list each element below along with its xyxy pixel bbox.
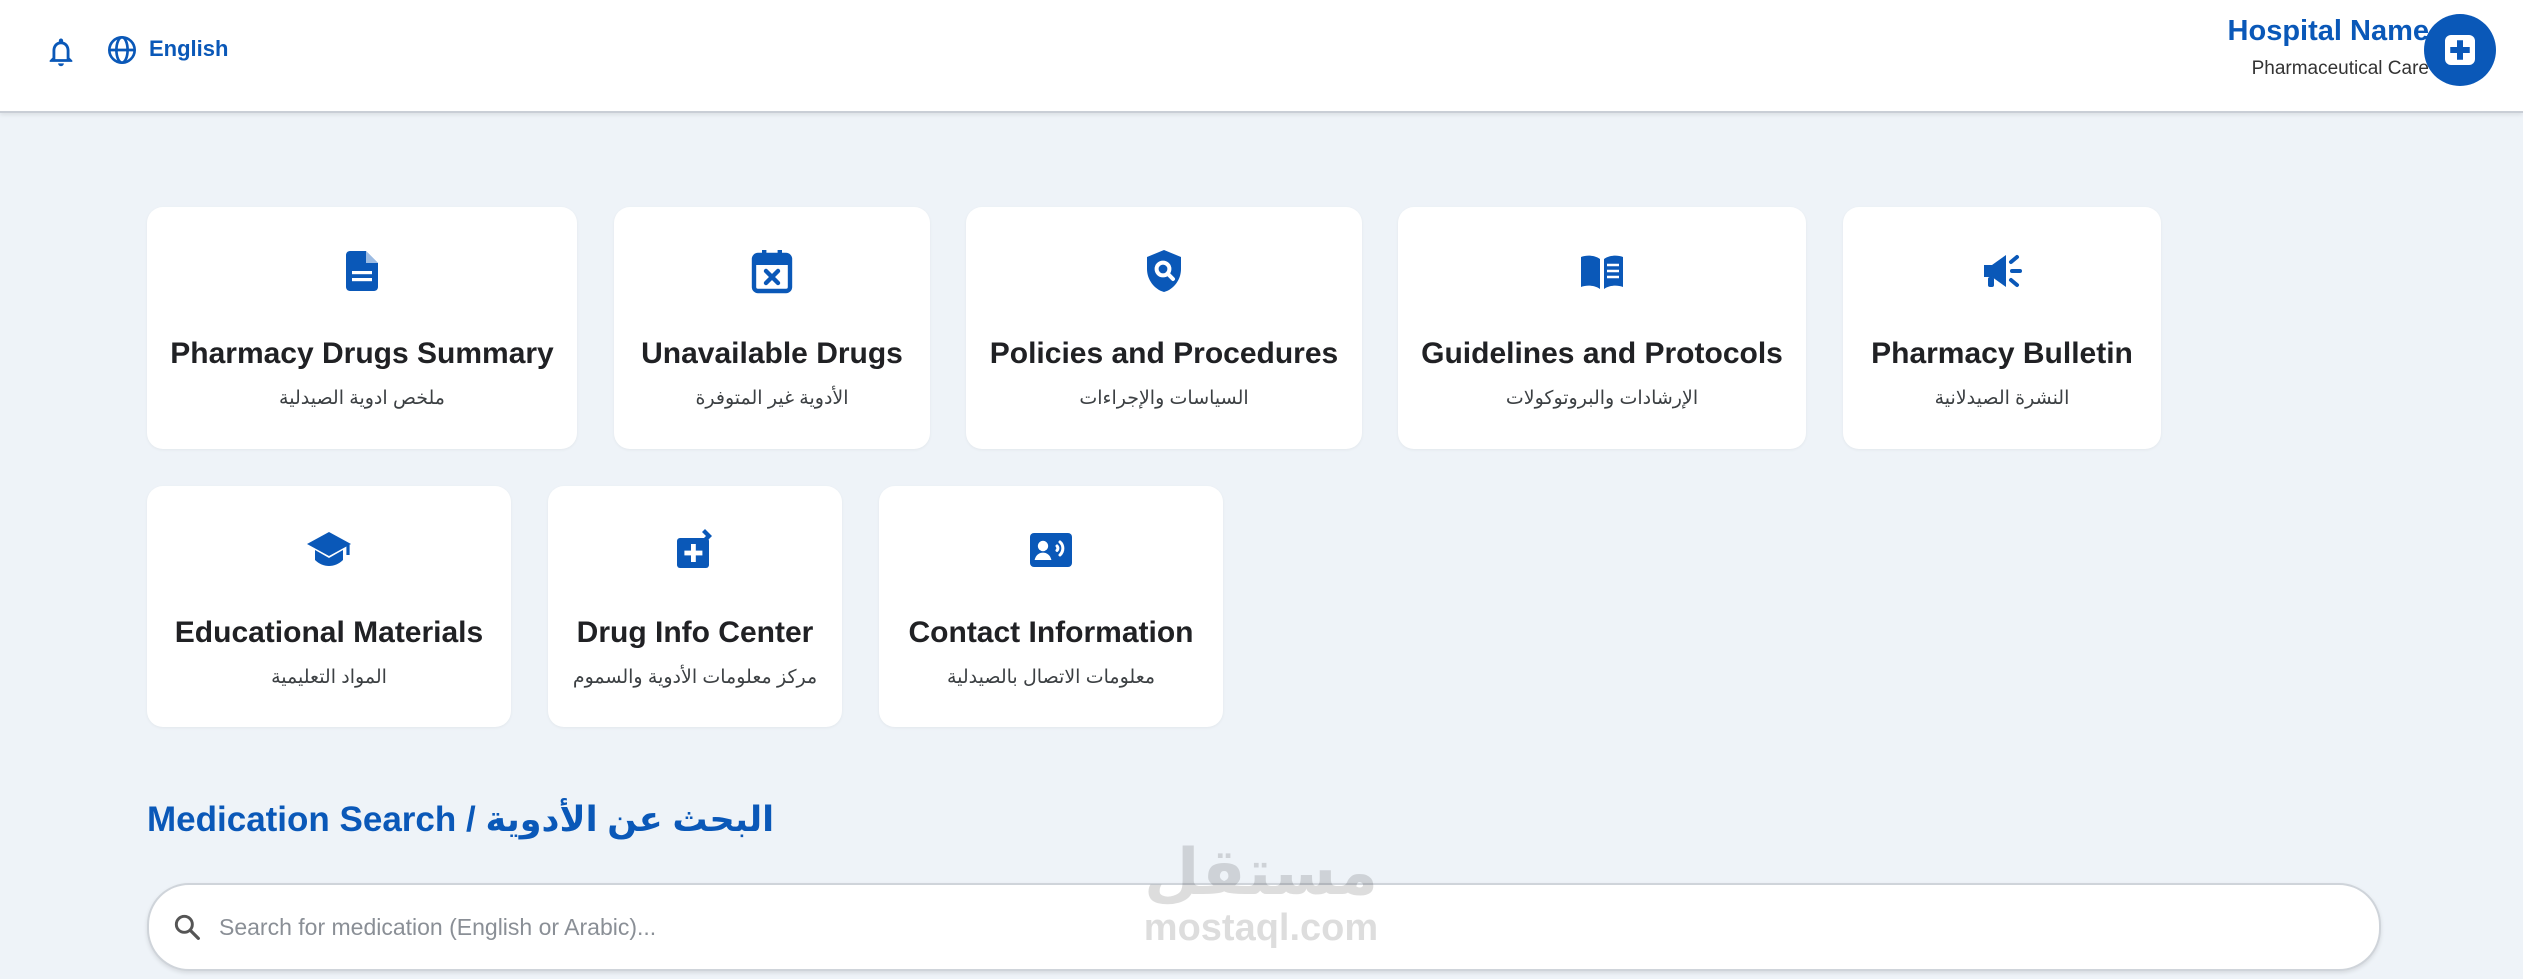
language-toggle[interactable]: English bbox=[149, 36, 228, 62]
card-pharmacy-drugs-summary[interactable]: Pharmacy Drugs Summary ملخص ادوية الصيدل… bbox=[147, 207, 577, 449]
card-title: Drug Info Center bbox=[576, 616, 814, 649]
medical-cross-icon bbox=[2445, 35, 2475, 65]
card-title: Pharmacy Bulletin bbox=[1871, 337, 2133, 370]
card-subtitle: الأدوية غير المتوفرة bbox=[695, 388, 849, 409]
card-subtitle: السياسات والإجراءات bbox=[1079, 388, 1249, 409]
card-title: Policies and Procedures bbox=[989, 337, 1339, 370]
card-subtitle: معلومات الاتصال بالصيدلية bbox=[946, 667, 1156, 688]
card-title: Educational Materials bbox=[174, 616, 484, 649]
card-title: Guidelines and Protocols bbox=[1421, 337, 1783, 370]
card-contact-information[interactable]: Contact Information معلومات الاتصال بالص… bbox=[879, 486, 1223, 727]
search-heading: Medication Search / البحث عن الأدوية bbox=[147, 800, 775, 839]
card-subtitle: ملخص ادوية الصيدلية bbox=[279, 388, 445, 409]
document-icon bbox=[346, 251, 378, 291]
calendar-x-icon bbox=[751, 250, 793, 294]
contact-card-icon bbox=[1030, 533, 1072, 567]
card-guidelines-protocols[interactable]: Guidelines and Protocols الإرشادات والبر… bbox=[1398, 207, 1806, 449]
card-educational-materials[interactable]: Educational Materials المواد التعليمية bbox=[147, 486, 511, 727]
hospital-logo bbox=[2424, 14, 2496, 86]
card-title: Contact Information bbox=[908, 616, 1194, 649]
hospital-name: Hospital Name bbox=[2227, 15, 2429, 47]
mortar-pestle-icon bbox=[677, 529, 712, 568]
search-input[interactable] bbox=[217, 899, 2321, 955]
app-header: English Hospital Name Pharmaceutical Car… bbox=[0, 0, 2523, 113]
megaphone-icon bbox=[1984, 255, 2022, 287]
card-subtitle: مركز معلومات الأدوية والسموم bbox=[572, 667, 818, 688]
card-subtitle: النشرة الصيدلانية bbox=[1934, 388, 2070, 409]
open-book-icon bbox=[1581, 255, 1623, 289]
card-drug-info-center[interactable]: Drug Info Center مركز معلومات الأدوية وا… bbox=[548, 486, 842, 727]
card-subtitle: الإرشادات والبروتوكولات bbox=[1505, 388, 1699, 409]
search-box[interactable] bbox=[147, 883, 2381, 971]
card-title: Pharmacy Drugs Summary bbox=[170, 337, 554, 370]
card-title: Unavailable Drugs bbox=[641, 337, 903, 370]
graduation-cap-icon bbox=[307, 532, 351, 566]
card-policies-procedures[interactable]: Policies and Procedures السياسات والإجرا… bbox=[966, 207, 1362, 449]
notification-bell-icon[interactable] bbox=[44, 35, 78, 69]
card-unavailable-drugs[interactable]: Unavailable Drugs الأدوية غير المتوفرة bbox=[614, 207, 930, 449]
globe-icon[interactable] bbox=[106, 34, 138, 66]
card-pharmacy-bulletin[interactable]: Pharmacy Bulletin النشرة الصيدلانية bbox=[1843, 207, 2161, 449]
card-subtitle: المواد التعليمية bbox=[271, 667, 387, 688]
shield-search-icon bbox=[1147, 250, 1181, 292]
search-icon bbox=[174, 914, 200, 940]
hospital-subtitle: Pharmaceutical Care bbox=[2251, 58, 2429, 79]
